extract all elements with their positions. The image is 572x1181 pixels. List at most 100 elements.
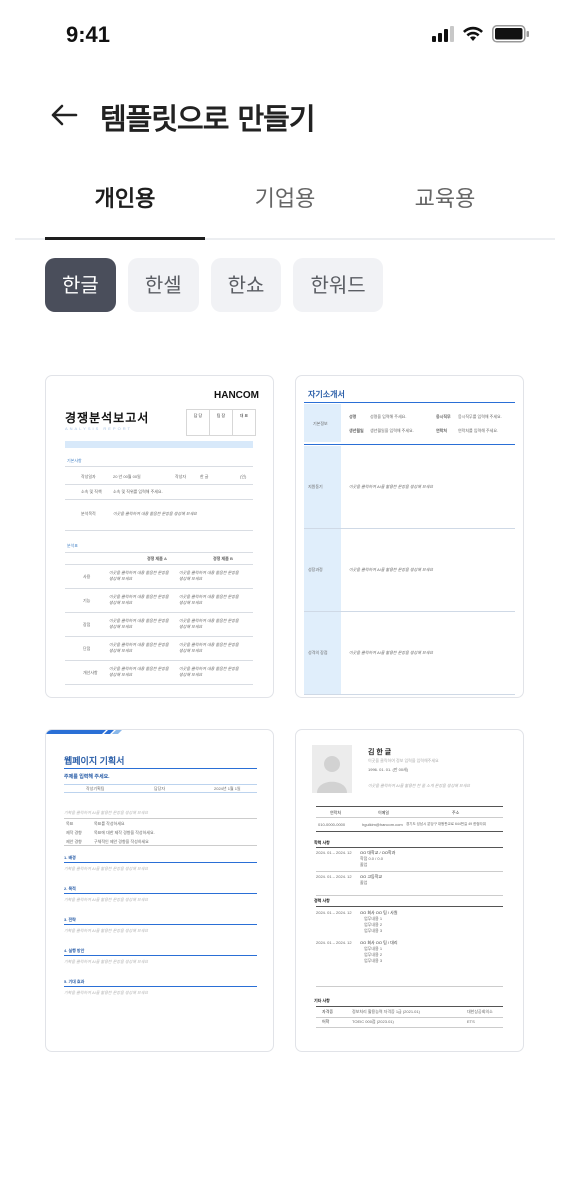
plan-section-heading: 3. 전략 xyxy=(64,917,76,922)
resume-name: 김 한 글 xyxy=(368,749,392,756)
plan-section-rule xyxy=(64,955,257,956)
wifi-icon xyxy=(463,26,483,41)
career-period: 2024. 01 – 2024. 12 xyxy=(316,910,352,915)
analysis-row-label: 단점 xyxy=(83,646,91,651)
section-placeholder: 이곳을 클릭하여 AI를 활용한 문장을 생성해 보세요 xyxy=(349,650,434,655)
template-card-resume[interactable]: 김 한 글 이곳을 클릭하여 정보 입력을 입력해주세요 1996. 01. 0… xyxy=(295,729,524,1052)
status-bar: 9:41 xyxy=(0,0,572,68)
corner-stripes xyxy=(46,730,122,734)
tab-indicator xyxy=(45,237,205,240)
analysis-cell-a: 이곳을 클릭하여 내용 몰음한 문장을 생성해 보세요 xyxy=(109,666,169,677)
analysis-cell-a: 이곳을 클릭하여 내용 몰음한 문장을 생성해 보세요 xyxy=(109,618,169,629)
category-tabs: 개인용 기업용 교육용 xyxy=(15,178,555,240)
battery-icon xyxy=(492,25,529,43)
basic-info-table: 작성일자 20 년 00월 00일 작성자 한 글 (인) 소속 및 직책 소속… xyxy=(65,466,253,538)
doc-title: 경쟁분석보고서 xyxy=(65,411,150,425)
plan-section-rule xyxy=(64,986,257,987)
edu-period: 2024. 01 – 2024. 12 xyxy=(316,850,352,855)
row-divider xyxy=(65,684,253,685)
template-preview: 김 한 글 이곳을 클릭하여 정보 입력을 입력해주세요 1996. 01. 0… xyxy=(302,736,517,1045)
edu-detail: 졸업 xyxy=(360,880,368,885)
career-task: 업무내용 3 xyxy=(364,958,383,963)
plan-section-placeholder: 기획을 클릭하여 AI를 활용한 문장을 생성해 보세요 xyxy=(64,928,149,933)
section-divider xyxy=(304,694,515,695)
other-issuer: ETS xyxy=(467,1019,475,1024)
edu-divider xyxy=(316,871,503,872)
other-issuer: 대한상공회의소 xyxy=(467,1009,493,1014)
section-label: 성격의 장점 xyxy=(308,650,328,655)
template-card-self-intro[interactable]: 자기소개서 기본정보 성명 성명을 입력해 주세요. 응시직무 응시직무를 입력… xyxy=(295,375,524,698)
plan-section-placeholder: 기획을 클릭하여 AI를 활용한 문장을 생성해 보세요 xyxy=(64,959,149,964)
template-card-competitor-report[interactable]: HANCOM 경쟁분석보고서 ANALYSIS REPORT 담 당 팀 장 대… xyxy=(45,375,274,698)
section-label-cell: 지원동기 xyxy=(304,446,341,528)
section-placeholder: 이곳을 클릭하여 AI를 활용한 문장을 생성해 보세요 xyxy=(349,484,434,489)
arrow-left-icon xyxy=(51,104,78,126)
row-divider xyxy=(65,660,253,661)
career-task: 업무내용 3 xyxy=(364,928,383,933)
row-divider xyxy=(65,612,253,613)
analysis-row-label: 개선사항 xyxy=(83,670,98,675)
template-preview: 웹페이지 기획서 주제를 입력해 주세요. 작성기획팀 담당자 2024년 1월… xyxy=(46,730,273,1051)
analysis-cell-b: 이곳을 클릭하여 내용 몰음한 문장을 생성해 보세요 xyxy=(179,642,239,653)
other-key: 자격증 xyxy=(322,1009,334,1014)
brand-logo: HANCOM xyxy=(214,390,259,401)
tab-education[interactable]: 교육용 xyxy=(365,178,525,238)
section-label: 지원동기 xyxy=(308,484,323,489)
plan-section-placeholder: 기획을 클릭하여 AI를 활용한 문장을 생성해 보세요 xyxy=(64,897,149,902)
contact-table: 연락처 이메일 주소 010-0000-0000 hgulkim@hancom.… xyxy=(316,806,503,832)
plan-section-heading: 2. 목적 xyxy=(64,886,76,891)
template-preview: HANCOM 경쟁분석보고서 ANALYSIS REPORT 담 당 팀 장 대… xyxy=(52,382,267,691)
row-divider xyxy=(65,588,253,589)
signal-icon xyxy=(432,26,454,42)
career-divider xyxy=(316,986,503,987)
person-icon xyxy=(317,756,347,793)
analysis-cell-b: 이곳을 클릭하여 내용 몰음한 문장을 생성해 보세요 xyxy=(179,570,239,581)
plan-section-rule xyxy=(64,893,257,894)
chip-hanshow[interactable]: 한쇼 xyxy=(210,258,282,312)
other-value: 정보처리 활용능력 자격증 1급 (2021.01) xyxy=(352,1009,420,1014)
analysis-table: 경쟁 제품 A 경쟁 제품 B 사용 이곳을 클릭하여 내용 몰음한 문장을 생성… xyxy=(65,552,253,692)
analysis-cell-b: 이곳을 클릭하여 내용 몰음한 문장을 생성해 보세요 xyxy=(179,666,239,677)
section-label: 성장과정 xyxy=(308,567,323,572)
app-header: 템플릿으로 만들기 xyxy=(0,90,572,140)
profile-photo xyxy=(312,745,352,793)
row-divider xyxy=(65,636,253,637)
chip-hangul[interactable]: 한글 xyxy=(45,258,116,312)
status-time: 9:41 xyxy=(66,22,111,47)
section-placeholder: 이곳을 클릭하여 AI를 활용한 문장을 생성해 보세요 xyxy=(349,567,434,572)
section-label-cell: 성격의 장점 xyxy=(304,612,341,694)
analysis-row-label: 기능 xyxy=(83,598,91,603)
analysis-cell-b: 이곳을 클릭하여 내용 몰음한 문장을 생성해 보세요 xyxy=(179,594,239,605)
page-title: 템플릿으로 만들기 xyxy=(100,102,316,136)
other-divider xyxy=(316,1017,503,1018)
analysis-cell-a: 이곳을 클릭하여 내용 몰음한 문장을 생성해 보세요 xyxy=(109,594,169,605)
other-key: 어학 xyxy=(322,1019,330,1024)
plan-section-placeholder: 기획을 클릭하여 AI를 활용한 문장을 생성해 보세요 xyxy=(64,990,149,995)
tab-business[interactable]: 기업용 xyxy=(205,178,365,238)
analysis-cell-a: 이곳을 클릭하여 내용 몰음한 문장을 생성해 보세요 xyxy=(109,570,169,581)
career-period: 2024. 01 – 2024. 12 xyxy=(316,940,352,945)
template-preview: 자기소개서 기본정보 성명 성명을 입력해 주세요. 응시직무 응시직무를 입력… xyxy=(302,382,517,695)
template-card-webpage-plan[interactable]: 웹페이지 기획서 주제를 입력해 주세요. 작성기획팀 담당자 2024년 1월… xyxy=(45,729,274,1052)
section-label-cell: 성장과정 xyxy=(304,529,341,611)
status-icons xyxy=(432,24,530,44)
analysis-cell-b: 이곳을 클릭하여 내용 몰음한 문장을 생성해 보세요 xyxy=(179,618,239,629)
plan-section-heading: 4. 실행 방안 xyxy=(64,948,85,953)
chip-hancell[interactable]: 한셀 xyxy=(127,258,199,312)
title-band xyxy=(65,441,253,448)
edu-period: 2024. 01 – 2024. 12 xyxy=(316,874,352,879)
plan-section-rule xyxy=(64,862,257,863)
plan-section-heading: 1. 배경 xyxy=(64,855,76,860)
chip-hanword[interactable]: 한워드 xyxy=(293,258,383,312)
plan-section-heading: 5. 기대 효과 xyxy=(64,979,85,984)
plan-section-placeholder: 기획을 클릭하여 AI를 활용한 문장을 생성해 보세요 xyxy=(64,866,149,871)
plan-section-rule xyxy=(64,924,257,925)
analysis-cell-a: 이곳을 클릭하여 내용 몰음한 문장을 생성해 보세요 xyxy=(109,642,169,653)
edu-divider xyxy=(316,895,503,896)
approval-box: 담 당 팀 장 대 표 xyxy=(186,409,256,436)
doc-subtitle: ANALYSIS REPORT xyxy=(65,426,132,431)
app-filter-chips: 한글 한셀 한쇼 한워드 xyxy=(45,258,383,312)
back-button[interactable] xyxy=(48,100,80,130)
edu-status: 졸업 xyxy=(360,862,368,867)
tab-personal[interactable]: 개인용 xyxy=(45,178,205,238)
